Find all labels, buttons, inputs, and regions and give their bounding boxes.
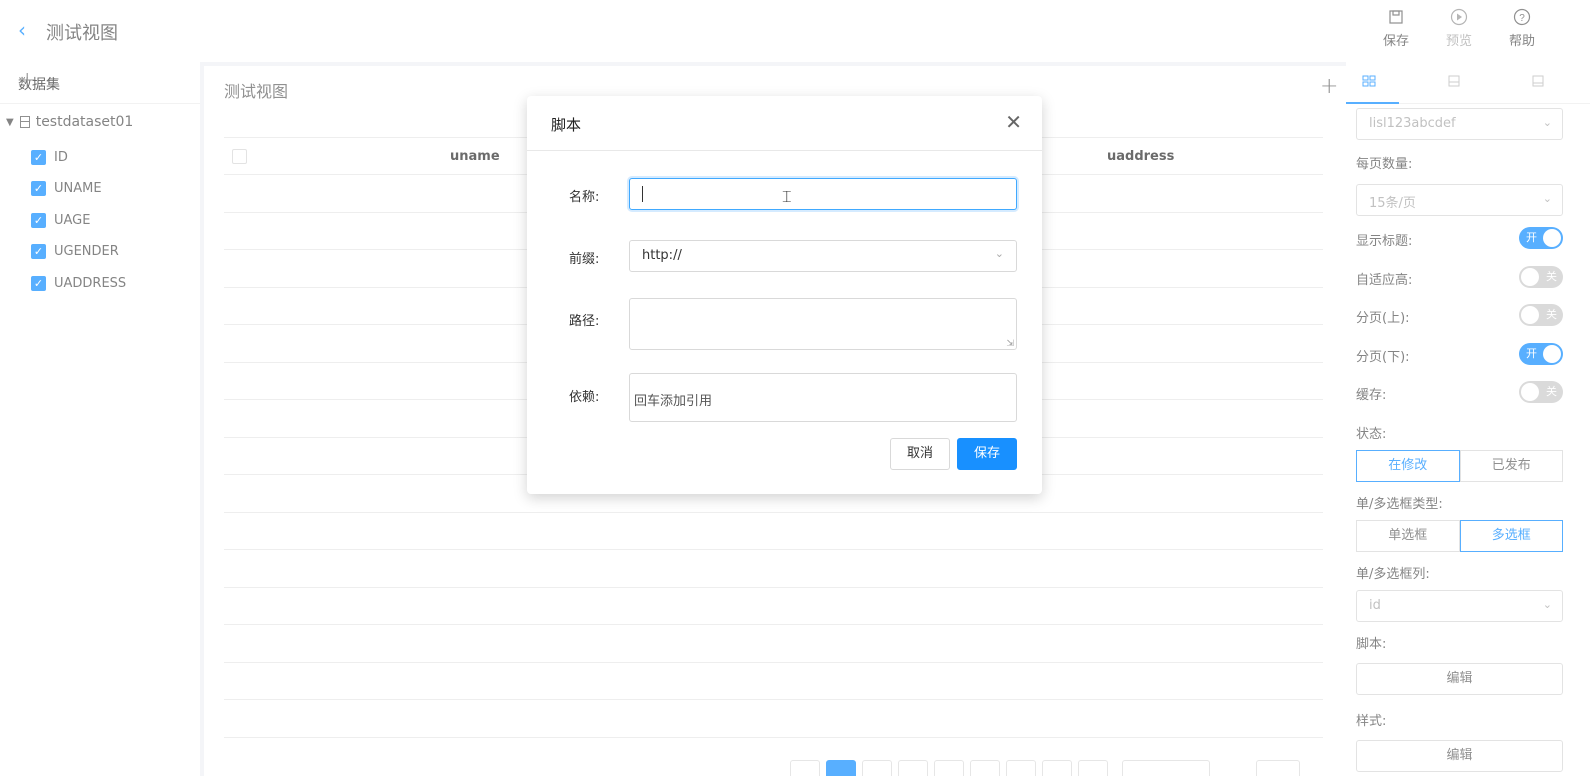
ibeam-cursor-icon: ⌶ [782,187,792,206]
deps-label: 依赖: [569,390,600,405]
cancel-button[interactable]: 取消 [890,438,950,470]
deps-tags-input[interactable]: 回车添加引用 [629,373,1017,422]
prefix-select[interactable]: http:// ⌄ [629,240,1017,272]
modal-header: 脚本 ✕ [527,96,1042,151]
name-input[interactable]: ⌶ [629,178,1017,210]
save-button[interactable]: 保存 [957,438,1017,470]
prefix-label: 前缀: [569,252,600,267]
name-label: 名称: [569,190,600,205]
deps-placeholder: 回车添加引用 [634,394,713,409]
modal-title: 脚本 [551,116,582,134]
script-modal: 脚本 ✕ 名称: ⌶ 前缀: http:// ⌄ 路径: ⇲ 依赖: 回车添加引… [527,96,1042,494]
text-cursor [642,186,643,202]
prefix-value: http:// [642,248,682,263]
path-label: 路径: [569,314,600,329]
resize-handle-icon[interactable]: ⇲ [1006,339,1014,349]
chevron-down-icon: ⌄ [994,247,1004,260]
close-icon[interactable]: ✕ [1005,110,1022,134]
path-textarea[interactable]: ⇲ [629,298,1017,350]
